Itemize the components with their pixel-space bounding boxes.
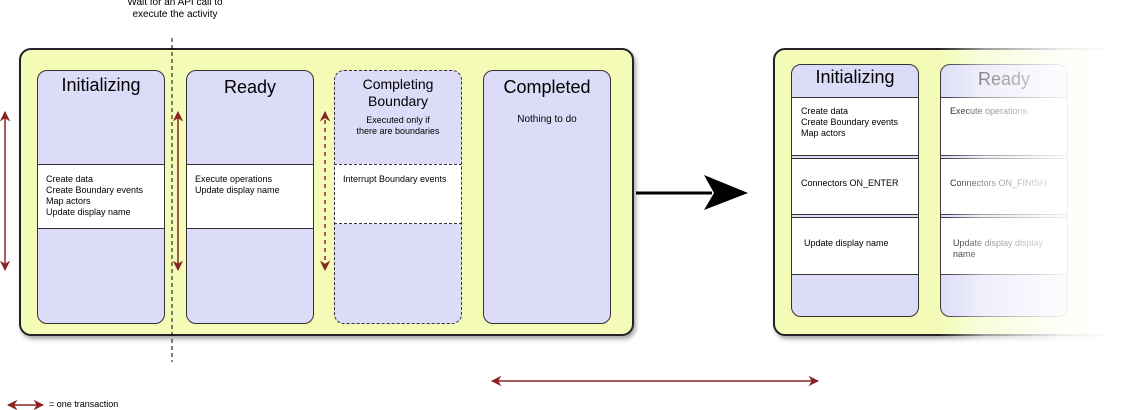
diagram-arrows [0,38,820,410]
legend-label: = one transaction [49,399,119,409]
